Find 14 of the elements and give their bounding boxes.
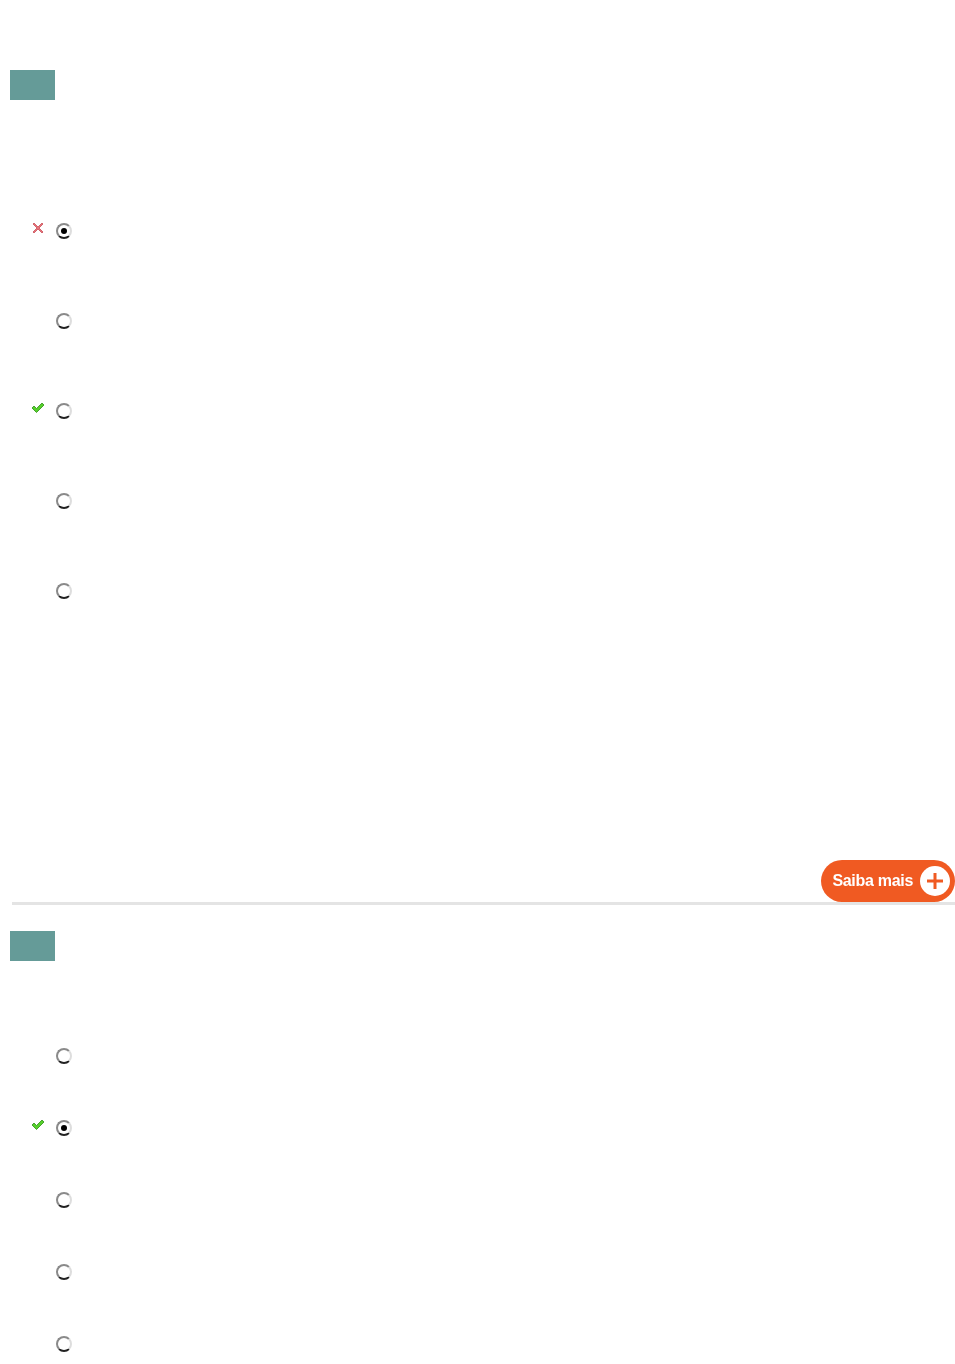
radio-button[interactable] [56,1120,72,1136]
radio-button[interactable] [56,1048,72,1064]
radio-button[interactable] [56,1192,72,1208]
plus-icon [919,865,951,897]
radio-button[interactable] [56,493,72,509]
radio-button[interactable] [56,403,72,419]
radio-button[interactable] [56,1264,72,1280]
question-number-badge [10,931,55,961]
radio-button[interactable] [56,223,72,239]
radio-button[interactable] [56,583,72,599]
more-button[interactable]: Saiba mais [821,860,955,902]
radio-button[interactable] [56,313,72,329]
radio-button[interactable] [56,1336,72,1352]
question-number-badge [10,70,55,100]
